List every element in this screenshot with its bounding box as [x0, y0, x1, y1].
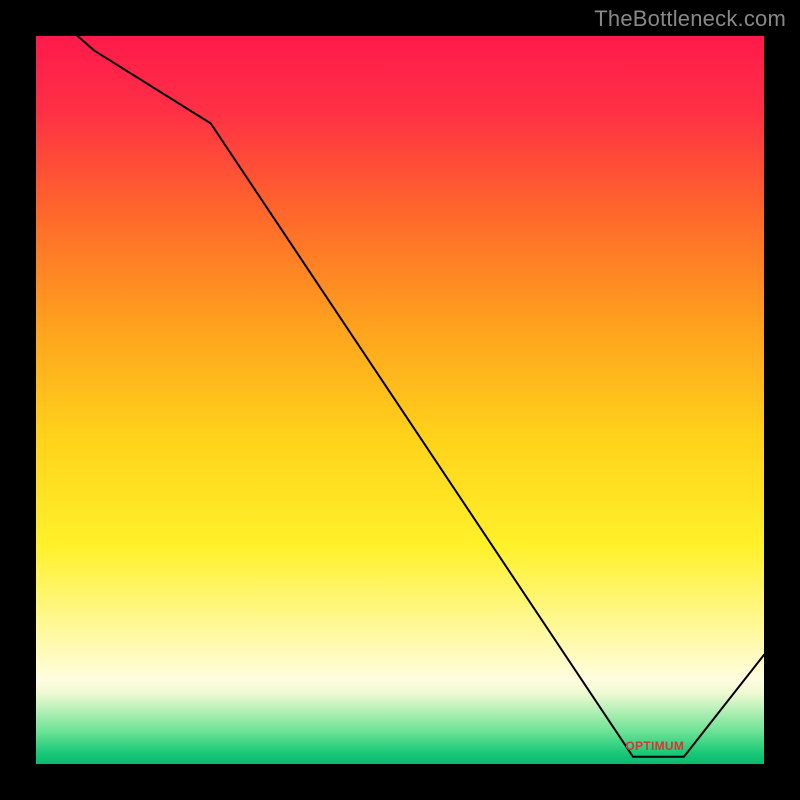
background-gradient: [36, 36, 764, 764]
optimum-label: OPTIMUM: [625, 739, 684, 753]
chart-stage: TheBottleneck.com OPTIMUM: [0, 0, 800, 800]
watermark-text: TheBottleneck.com: [594, 6, 786, 32]
plot-area: OPTIMUM: [30, 30, 770, 770]
